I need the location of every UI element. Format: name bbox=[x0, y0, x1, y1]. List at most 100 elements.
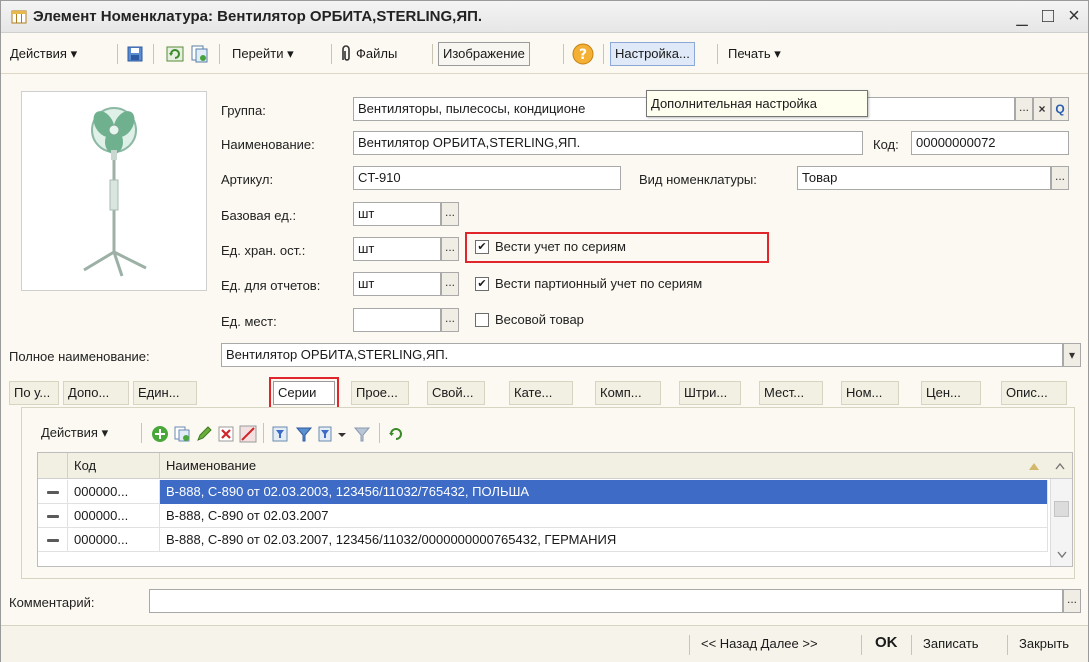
settings-button[interactable]: Настройка... bbox=[610, 42, 695, 66]
kind-field[interactable]: Товар bbox=[797, 166, 1051, 190]
comment-label: Комментарий: bbox=[9, 595, 95, 610]
base-unit-field[interactable]: шт bbox=[353, 202, 441, 226]
table-icon bbox=[11, 10, 27, 24]
table-row[interactable]: 000000... B-888, C-890 от 02.03.2007 bbox=[38, 504, 1048, 528]
places-unit-label: Ед. мест: bbox=[221, 314, 277, 329]
weight-goods-checkbox[interactable] bbox=[475, 313, 489, 327]
tab-components[interactable]: Комп... bbox=[595, 381, 661, 405]
filter-list-icon[interactable] bbox=[317, 425, 335, 443]
table-row[interactable]: 000000... B-888, C-890 от 02.03.2007, 12… bbox=[38, 528, 1048, 552]
filter-icon[interactable] bbox=[295, 425, 313, 443]
report-unit-label: Ед. для отчетов: bbox=[221, 278, 321, 293]
row-name: B-888, C-890 от 02.03.2007 bbox=[160, 504, 1048, 528]
report-unit-select-button[interactable]: ... bbox=[441, 272, 459, 296]
tab-units[interactable]: Един... bbox=[133, 381, 197, 405]
fan-image bbox=[83, 107, 147, 277]
tab-prices[interactable]: Цен... bbox=[921, 381, 981, 405]
series-table: Код Наименование 000000... B-888, C-890 … bbox=[37, 452, 1073, 567]
report-unit-field[interactable]: шт bbox=[353, 272, 441, 296]
full-name-label: Полное наименование: bbox=[9, 349, 150, 364]
batch-series-label: Вести партионный учет по сериям bbox=[495, 276, 703, 291]
storage-unit-label: Ед. хран. ост.: bbox=[221, 243, 306, 258]
chevron-down-icon[interactable] bbox=[337, 425, 347, 443]
column-name[interactable]: Наименование bbox=[160, 453, 1050, 479]
column-code[interactable]: Код bbox=[68, 453, 160, 479]
tab-additional[interactable]: Допо... bbox=[63, 381, 129, 405]
window-title: Элемент Номенклатура: Вентилятор ОРБИТА,… bbox=[33, 8, 483, 25]
close-button[interactable]: Закрыть bbox=[1019, 636, 1069, 651]
filter-settings-icon[interactable] bbox=[271, 425, 289, 443]
storage-unit-select-button[interactable]: ... bbox=[441, 237, 459, 261]
add-icon[interactable] bbox=[151, 425, 169, 443]
copy-row-icon[interactable] bbox=[173, 425, 191, 443]
series-accounting-checkbox[interactable]: ✔ bbox=[475, 240, 489, 254]
group-search-button[interactable]: Q bbox=[1051, 97, 1069, 121]
tab-nomenclature[interactable]: Ном... bbox=[841, 381, 899, 405]
delete-icon[interactable] bbox=[217, 425, 235, 443]
item-window: Элемент Номенклатура: Вентилятор ОРБИТА,… bbox=[0, 0, 1089, 662]
tab-description[interactable]: Опис... bbox=[1001, 381, 1067, 405]
print-menu-button[interactable]: Печать ▾ bbox=[723, 42, 786, 66]
product-image bbox=[21, 91, 207, 291]
tab-default[interactable]: По у... bbox=[9, 381, 59, 405]
article-label: Артикул: bbox=[221, 172, 274, 187]
group-select-button[interactable]: ... bbox=[1015, 97, 1033, 121]
tab-projects[interactable]: Прое... bbox=[351, 381, 409, 405]
main-toolbar: Действия ▾ Перейти ▾ Файлы Изображение ?… bbox=[1, 34, 1088, 74]
back-next-buttons[interactable]: << Назад Далее >> bbox=[701, 636, 818, 651]
code-label: Код: bbox=[873, 137, 899, 152]
kind-select-button[interactable]: ... bbox=[1051, 166, 1069, 190]
image-button[interactable]: Изображение bbox=[438, 42, 530, 66]
row-code: 000000... bbox=[68, 504, 160, 528]
row-item-icon bbox=[47, 515, 59, 518]
base-unit-select-button[interactable]: ... bbox=[441, 202, 459, 226]
actions-menu-button[interactable]: Действия ▾ bbox=[5, 42, 82, 66]
table-scrollbar[interactable] bbox=[1050, 479, 1072, 566]
title-bar: Элемент Номенклатура: Вентилятор ОРБИТА,… bbox=[1, 1, 1088, 33]
refresh-list-icon[interactable] bbox=[387, 425, 405, 443]
ok-button[interactable]: OK bbox=[875, 634, 898, 651]
mark-deletion-icon[interactable] bbox=[239, 425, 257, 443]
article-field[interactable]: CT-910 bbox=[353, 166, 621, 190]
save-button[interactable]: Записать bbox=[923, 636, 979, 651]
sort-icon[interactable] bbox=[1028, 461, 1040, 471]
base-unit-label: Базовая ед.: bbox=[221, 208, 297, 223]
full-name-field[interactable]: Вентилятор ОРБИТА,STERLING,ЯП. bbox=[221, 343, 1063, 367]
files-button[interactable]: Файлы bbox=[351, 42, 402, 66]
tab-categories[interactable]: Кате... bbox=[509, 381, 573, 405]
goto-menu-button[interactable]: Перейти ▾ bbox=[227, 42, 299, 66]
tab-barcodes[interactable]: Штри... bbox=[679, 381, 741, 405]
maximize-button[interactable]: □ bbox=[1037, 4, 1059, 28]
help-icon[interactable]: ? bbox=[571, 43, 595, 65]
storage-unit-field[interactable]: шт bbox=[353, 237, 441, 261]
save-close-icon[interactable] bbox=[125, 44, 145, 64]
tab-properties[interactable]: Свой... bbox=[427, 381, 485, 405]
group-label: Группа: bbox=[221, 103, 266, 118]
edit-icon[interactable] bbox=[195, 425, 213, 443]
places-unit-field[interactable] bbox=[353, 308, 441, 332]
places-unit-select-button[interactable]: ... bbox=[441, 308, 459, 332]
batch-series-checkbox[interactable]: ✔ bbox=[475, 277, 489, 291]
minimize-button[interactable]: _ bbox=[1011, 4, 1033, 28]
row-code: 000000... bbox=[68, 480, 160, 504]
name-field[interactable]: Вентилятор ОРБИТА,STERLING,ЯП. bbox=[353, 131, 863, 155]
scrollbar-thumb[interactable] bbox=[1054, 501, 1069, 517]
row-code: 000000... bbox=[68, 528, 160, 552]
series-actions-menu[interactable]: Действия ▾ bbox=[41, 425, 108, 441]
kind-label: Вид номенклатуры: bbox=[639, 172, 757, 187]
series-tab-highlight-box bbox=[269, 377, 339, 409]
tab-places[interactable]: Мест... bbox=[759, 381, 823, 405]
scroll-up-icon[interactable] bbox=[1054, 461, 1066, 471]
bottom-bar: << Назад Далее >> OK Записать Закрыть bbox=[1, 625, 1088, 662]
table-row[interactable]: 000000... B-888, C-890 от 02.03.2003, 12… bbox=[38, 480, 1048, 504]
refresh-icon[interactable] bbox=[165, 44, 185, 64]
group-clear-button[interactable]: × bbox=[1033, 97, 1051, 121]
comment-field[interactable] bbox=[149, 589, 1063, 613]
clear-filter-icon[interactable] bbox=[353, 425, 371, 443]
code-field[interactable]: 00000000072 bbox=[911, 131, 1069, 155]
scroll-down-icon[interactable] bbox=[1056, 549, 1068, 559]
close-window-button[interactable]: × bbox=[1063, 4, 1085, 28]
full-name-dropdown-button[interactable]: ▾ bbox=[1063, 343, 1081, 367]
comment-select-button[interactable]: ... bbox=[1063, 589, 1081, 613]
copy-icon[interactable] bbox=[189, 44, 209, 64]
